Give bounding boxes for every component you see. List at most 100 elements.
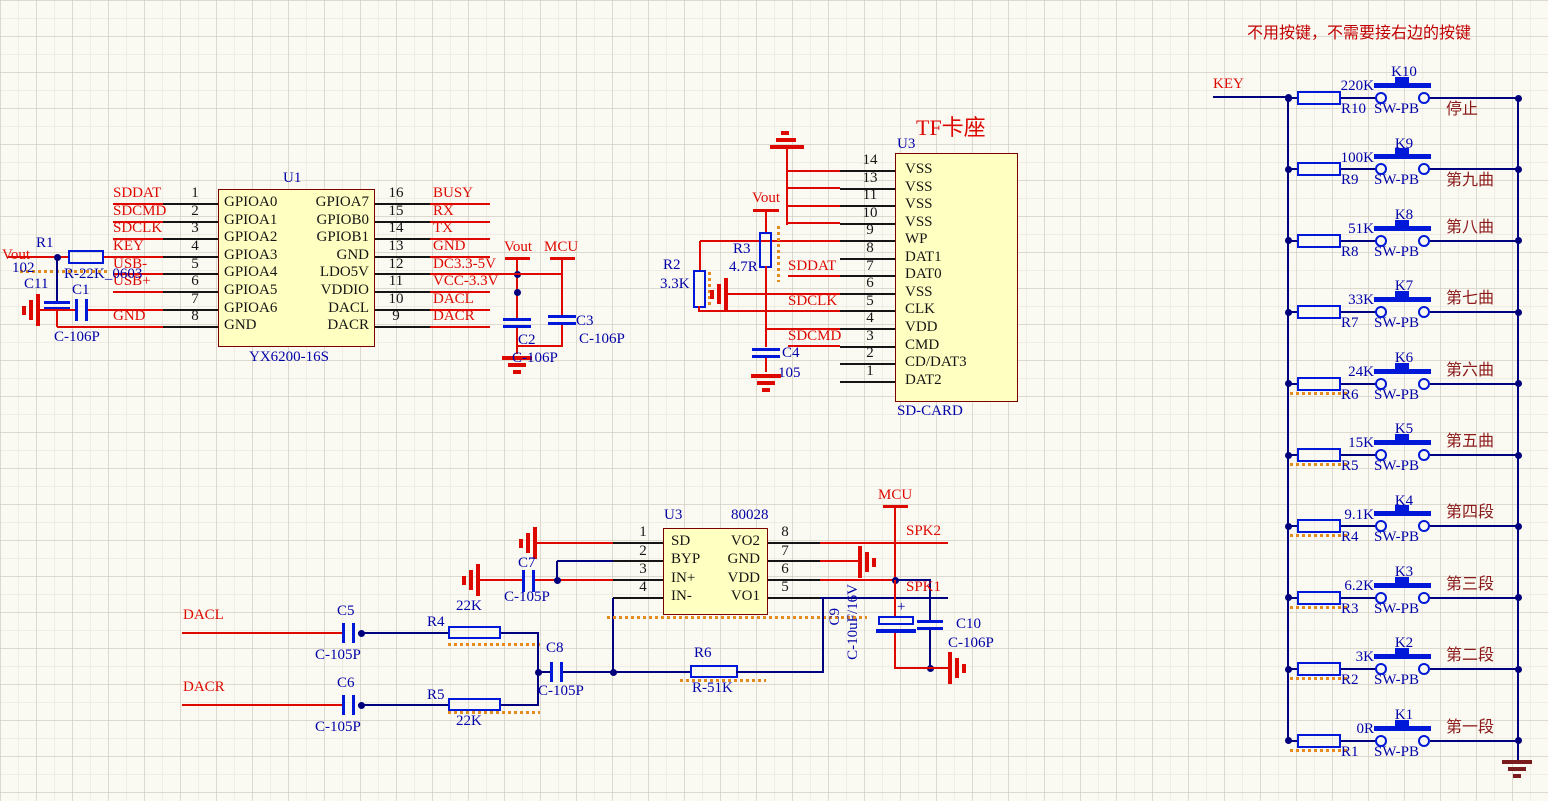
resistor-value: 3K bbox=[1326, 650, 1374, 666]
junction-dot bbox=[1515, 237, 1522, 244]
pushbutton-icon bbox=[1395, 220, 1409, 227]
resistor-value: 15K bbox=[1326, 436, 1374, 452]
resistor-value: 9.1K bbox=[1326, 508, 1374, 524]
wire bbox=[1341, 168, 1377, 170]
resistor-designator: R10 bbox=[1341, 102, 1366, 118]
junction-dot bbox=[1515, 666, 1522, 673]
wire bbox=[1430, 97, 1518, 99]
pushbutton-icon bbox=[1395, 434, 1409, 441]
resistor-designator: R9 bbox=[1341, 173, 1359, 189]
pushbutton-contact-icon bbox=[1418, 378, 1430, 390]
resistor-designator: R7 bbox=[1341, 316, 1359, 332]
resistor-value: 6.2K bbox=[1326, 579, 1374, 595]
wire bbox=[1341, 597, 1377, 599]
pushbutton-contact-icon bbox=[1418, 449, 1430, 461]
drc-marker bbox=[1290, 677, 1348, 680]
key-function-label: 第二段 bbox=[1446, 648, 1494, 665]
key-function-label: 第三段 bbox=[1446, 577, 1494, 594]
pushbutton-icon bbox=[1395, 363, 1409, 370]
junction-dot bbox=[1515, 95, 1522, 102]
pushbutton-icon bbox=[1395, 577, 1409, 584]
resistor-value: 33K bbox=[1326, 293, 1374, 309]
wire bbox=[1430, 668, 1518, 670]
drc-marker bbox=[1290, 749, 1348, 752]
switch-type-label: SW-PB bbox=[1374, 745, 1419, 761]
resistor-designator: R2 bbox=[1341, 673, 1359, 689]
wire bbox=[1288, 597, 1297, 599]
wire bbox=[1430, 311, 1518, 313]
wire bbox=[1430, 168, 1518, 170]
key-function-label: 第五曲 bbox=[1446, 434, 1494, 451]
schematic-canvas: U1 YX6200-16S SDDAT 1 GPIOA0 SDCMD 2 GPI… bbox=[0, 0, 1548, 801]
pushbutton-icon bbox=[1395, 505, 1409, 512]
wire bbox=[1288, 668, 1297, 670]
wire bbox=[1288, 525, 1297, 527]
switch-type-label: SW-PB bbox=[1374, 530, 1419, 546]
switch-type-label: SW-PB bbox=[1374, 388, 1419, 404]
wire bbox=[1288, 311, 1297, 313]
switch-type-label: SW-PB bbox=[1374, 245, 1419, 261]
pushbutton-contact-icon bbox=[1418, 235, 1430, 247]
drc-marker bbox=[1290, 606, 1348, 609]
switch-type-label: SW-PB bbox=[1374, 673, 1419, 689]
resistor-designator: R1 bbox=[1341, 745, 1359, 761]
junction-dot bbox=[1515, 309, 1522, 316]
wire bbox=[1288, 168, 1297, 170]
pushbutton-contact-icon bbox=[1418, 520, 1430, 532]
resistor-value: 24K bbox=[1326, 365, 1374, 381]
junction-dot bbox=[1515, 594, 1522, 601]
key-function-label: 第一段 bbox=[1446, 720, 1494, 737]
drc-marker bbox=[1290, 463, 1348, 466]
key-function-label: 第七曲 bbox=[1446, 291, 1494, 308]
switch-type-label: SW-PB bbox=[1374, 316, 1419, 332]
pushbutton-icon bbox=[1395, 148, 1409, 155]
wire bbox=[1341, 97, 1377, 99]
wire bbox=[1341, 311, 1377, 313]
wire bbox=[1341, 740, 1377, 742]
resistor-designator: R8 bbox=[1341, 245, 1359, 261]
junction-dot bbox=[1515, 380, 1522, 387]
key-function-label: 第六曲 bbox=[1446, 363, 1494, 380]
pushbutton-contact-icon bbox=[1418, 306, 1430, 318]
key-function-label: 第四段 bbox=[1446, 505, 1494, 522]
wire bbox=[1430, 597, 1518, 599]
wire bbox=[1430, 525, 1518, 527]
resistor-value: 51K bbox=[1326, 222, 1374, 238]
resistor-value: 100K bbox=[1326, 151, 1374, 167]
wire bbox=[1430, 740, 1518, 742]
switch-type-label: SW-PB bbox=[1374, 102, 1419, 118]
key-function-label: 第八曲 bbox=[1446, 220, 1494, 237]
switch-type-label: SW-PB bbox=[1374, 459, 1419, 475]
junction-dot bbox=[1515, 452, 1522, 459]
key-rows: 220K R10 K10 SW-PB 停止 100K R9 K9 bbox=[0, 0, 1548, 801]
wire bbox=[1341, 383, 1377, 385]
wire bbox=[1288, 383, 1297, 385]
wire bbox=[1288, 97, 1297, 99]
wire bbox=[1341, 454, 1377, 456]
wire bbox=[1341, 240, 1377, 242]
switch-type-label: SW-PB bbox=[1374, 602, 1419, 618]
pushbutton-contact-icon bbox=[1418, 663, 1430, 675]
junction-dot bbox=[1515, 737, 1522, 744]
wire bbox=[1288, 240, 1297, 242]
wire bbox=[1341, 525, 1377, 527]
resistor-value: 0R bbox=[1326, 722, 1374, 738]
pushbutton-icon bbox=[1395, 291, 1409, 298]
junction-dot bbox=[1515, 523, 1522, 530]
pushbutton-icon bbox=[1395, 720, 1409, 727]
resistor-designator: R3 bbox=[1341, 602, 1359, 618]
junction-dot bbox=[1515, 166, 1522, 173]
drc-marker bbox=[1290, 392, 1348, 395]
pushbutton-icon bbox=[1395, 77, 1409, 84]
wire bbox=[1430, 383, 1518, 385]
wire bbox=[1341, 668, 1377, 670]
key-function-label: 停止 bbox=[1446, 102, 1478, 119]
resistor-value: 220K bbox=[1326, 79, 1374, 95]
key-function-label: 第九曲 bbox=[1446, 173, 1494, 190]
pushbutton-contact-icon bbox=[1418, 592, 1430, 604]
resistor-designator: R4 bbox=[1341, 530, 1359, 546]
wire bbox=[1288, 454, 1297, 456]
pushbutton-contact-icon bbox=[1418, 163, 1430, 175]
resistor-designator: R5 bbox=[1341, 459, 1359, 475]
resistor-designator: R6 bbox=[1341, 388, 1359, 404]
